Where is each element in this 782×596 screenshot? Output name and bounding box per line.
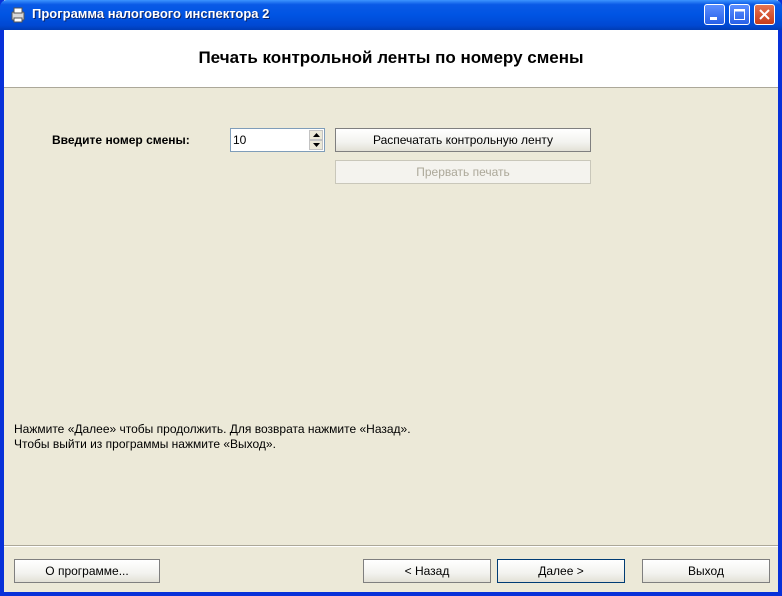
arrow-down-icon: [313, 143, 320, 147]
arrow-up-icon: [313, 133, 320, 137]
back-button[interactable]: < Назад: [363, 559, 491, 583]
footer-separator: [4, 545, 778, 547]
shift-number-label: Введите номер смены:: [52, 133, 190, 147]
minimize-icon: [710, 17, 717, 20]
spin-down-button[interactable]: [309, 140, 323, 150]
main-window: Программа налогового инспектора 2 Печать…: [0, 0, 782, 596]
exit-button[interactable]: Выход: [642, 559, 770, 583]
next-button[interactable]: Далее >: [497, 559, 625, 583]
header-band: Печать контрольной ленты по номеру смены: [4, 30, 778, 88]
close-button[interactable]: [754, 4, 775, 25]
window-title: Программа налогового инспектора 2: [32, 6, 270, 21]
hint-line-1: Нажмите «Далее» чтобы продолжить. Для во…: [14, 422, 411, 436]
page-title: Печать контрольной ленты по номеру смены: [198, 48, 584, 67]
title-bar[interactable]: Программа налогового инспектора 2: [0, 0, 782, 30]
shift-number-spinner[interactable]: [230, 128, 325, 152]
stop-print-button[interactable]: Прервать печать: [335, 160, 591, 184]
print-tape-button[interactable]: Распечатать контрольную ленту: [335, 128, 591, 152]
shift-number-input[interactable]: [233, 131, 305, 149]
app-icon: [9, 6, 27, 24]
minimize-button[interactable]: [704, 4, 725, 25]
about-button[interactable]: О программе...: [14, 559, 160, 583]
hint-line-2: Чтобы выйти из программы нажмите «Выход»…: [14, 437, 276, 451]
maximize-button[interactable]: [729, 4, 750, 25]
close-icon: [759, 9, 770, 20]
maximize-icon: [734, 9, 745, 20]
spin-up-button[interactable]: [309, 130, 323, 140]
